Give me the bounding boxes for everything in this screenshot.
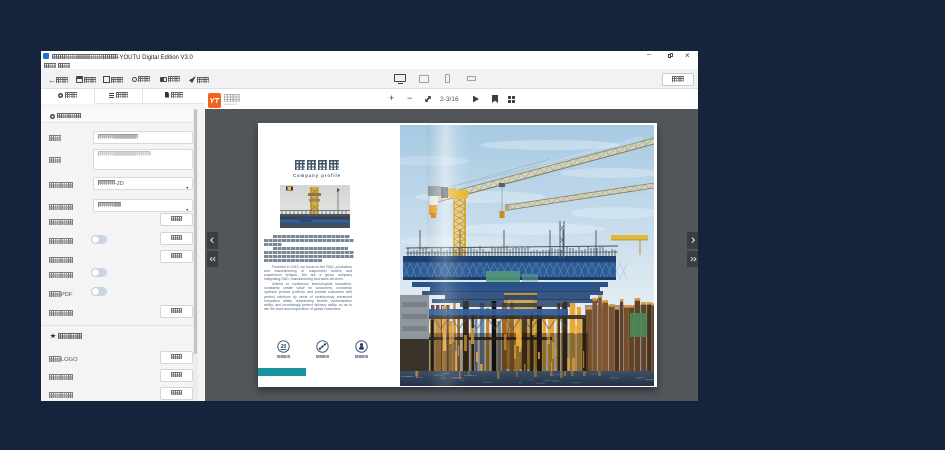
svg-text:20: 20	[281, 344, 287, 350]
